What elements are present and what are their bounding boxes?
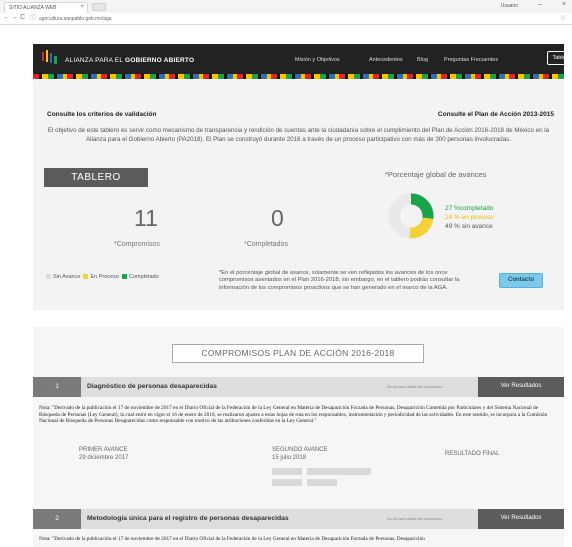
contact-button[interactable]: Contacto xyxy=(499,273,543,288)
completado-swatch xyxy=(121,274,127,279)
legend-no-progress: 49 % sin avance xyxy=(445,223,493,230)
commitment-note: Nota: "Derivado de la publicación el 17 … xyxy=(39,405,548,425)
url-field[interactable]: ⓘ agricultura.sanpablo.gob.mx/aga xyxy=(30,15,548,23)
progress-donut xyxy=(388,193,434,239)
commitment-note: Nota: "Derivado de la publicación el 17 … xyxy=(39,536,425,542)
completados-label: *Completados xyxy=(244,241,288,248)
commitments-panel: COMPROMISOS PLAN DE ACCIÓN 2016-2018 1 D… xyxy=(33,327,564,547)
progress-placeholder xyxy=(307,479,337,486)
browser-tab[interactable]: SITIO ALIANZA WEB × xyxy=(4,2,88,13)
url-text: agricultura.sanpablo.gob.mx/aga xyxy=(39,16,112,22)
key-sin-avance: Sin Avance xyxy=(53,274,81,280)
aga-logo-icon[interactable] xyxy=(41,50,59,66)
commitments-title: COMPROMISOS PLAN DE ACCIÓN 2016-2018 xyxy=(172,344,424,363)
window-close-icon[interactable]: × xyxy=(562,1,566,8)
commitment-row[interactable]: 1 Diagnóstico de personas desaparecidas … xyxy=(33,377,564,397)
legend-in-progress: 24 % en proceso xyxy=(445,214,494,221)
minimize-icon[interactable]: – xyxy=(538,1,542,8)
site-header: ALIANZA PARA EL GOBIERNO ABIERTO Misión … xyxy=(33,44,572,74)
nav-preguntas[interactable]: Preguntas Frecuentes xyxy=(444,57,498,63)
commitment-title[interactable]: Diagnóstico de personas desaparecidas xyxy=(87,383,217,390)
progress-title: *Porcentaje global de avances xyxy=(385,170,487,179)
key-completado: Completado xyxy=(128,274,159,280)
browser-tabstrip: SITIO ALIANZA WEB × Usuario – × xyxy=(0,0,572,13)
sin-avance-swatch xyxy=(46,274,51,279)
commitment-hint: Da clic para detalle del compromiso xyxy=(387,517,443,521)
close-tab-icon[interactable]: × xyxy=(80,4,84,10)
new-tab-button[interactable] xyxy=(92,3,106,11)
status-key: Sin Avance En Proceso Completado xyxy=(46,274,159,280)
nav-antecedentes[interactable]: Antecedentes xyxy=(369,57,403,63)
progress-placeholder xyxy=(307,468,371,475)
window-user[interactable]: Usuario xyxy=(501,3,518,9)
intro-paragraph: El objetivo de este tablero es servir co… xyxy=(47,127,550,143)
view-results-button[interactable]: Ver Resultados xyxy=(478,509,564,529)
commitment-row[interactable]: 2 Metodología única para el registro de … xyxy=(33,509,564,529)
second-progress-date: 15 julio 2018 xyxy=(272,455,307,461)
compromisos-count: 11 xyxy=(134,205,158,231)
action-plan-link[interactable]: Consulte el Plan de Acción 2013-2015 xyxy=(438,111,554,118)
progress-placeholder xyxy=(272,479,302,486)
bookmark-star-icon[interactable]: ☆ xyxy=(560,14,566,22)
completados-count: 0 xyxy=(271,205,284,231)
nav-blog[interactable]: Blog xyxy=(417,57,428,63)
browser-tab-title: SITIO ALIANZA WEB xyxy=(9,5,57,11)
progress-placeholder xyxy=(272,468,302,475)
second-progress-label: SEGUNDO AVANCE xyxy=(272,447,328,453)
tablero-heading: TABLERO xyxy=(44,168,148,187)
first-progress-label: PRIMER AVANCE xyxy=(79,447,128,453)
back-icon[interactable]: ← xyxy=(3,14,10,21)
legend-completed: 27 %completado xyxy=(445,205,494,212)
reload-icon[interactable]: C xyxy=(20,14,25,21)
commitment-number: 2 xyxy=(33,509,81,529)
brand-name[interactable]: ALIANZA PARA EL GOBIERNO ABIERTO xyxy=(65,57,194,64)
color-stripe xyxy=(33,74,564,79)
progress-note: *En el porcentaje global de avance, sola… xyxy=(219,270,460,291)
validation-criteria-link[interactable]: Consulte los criterios de validación xyxy=(47,111,156,118)
first-progress-date: 29 diciembre 2017 xyxy=(79,455,129,461)
commitment-number: 1 xyxy=(33,377,81,397)
compromisos-label: *Compromisos xyxy=(114,241,160,248)
commitment-hint: Da clic para detalle del compromiso xyxy=(387,385,443,389)
view-results-button[interactable]: Ver Resultados xyxy=(478,377,564,397)
page-info-icon: ⓘ xyxy=(30,16,37,22)
dashboard-panel: Consulte los criterios de validación Con… xyxy=(33,80,564,310)
key-en-proceso: En Proceso xyxy=(90,274,119,280)
nav-mision[interactable]: Misión y Objetivos xyxy=(295,57,340,63)
final-result-label: RESULTADO FINAL xyxy=(445,451,500,457)
commitment-title[interactable]: Metodología única para el registro de pe… xyxy=(87,515,289,522)
tablero-nav-button[interactable]: Tablero xyxy=(547,51,572,65)
en-proceso-swatch xyxy=(83,274,89,279)
address-bar-row: ← → C ⓘ agricultura.sanpablo.gob.mx/aga … xyxy=(0,13,572,25)
forward-icon[interactable]: → xyxy=(11,14,18,21)
